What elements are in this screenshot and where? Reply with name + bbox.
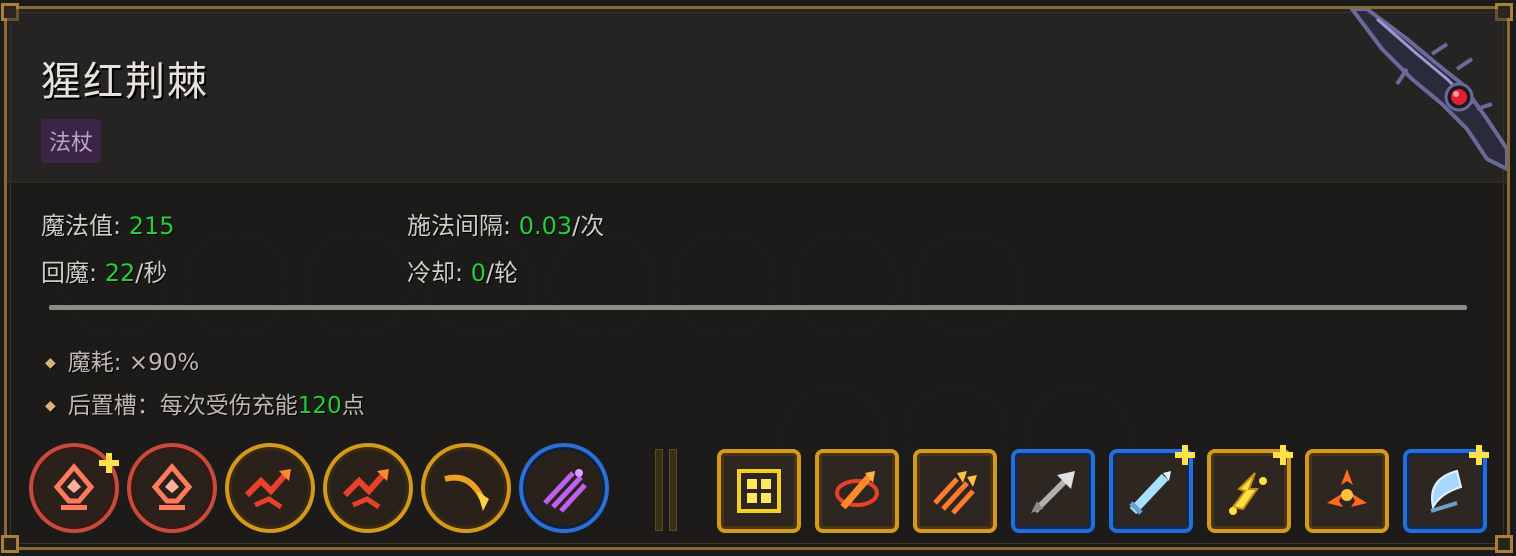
split-arrows-icon (342, 469, 389, 510)
steel-arrow-icon (1031, 471, 1075, 514)
always-cast-slot[interactable] (421, 443, 511, 533)
always-cast-slot[interactable] (519, 443, 609, 533)
purple-triple-slash-icon (543, 469, 587, 513)
spell-slot[interactable] (1207, 445, 1293, 533)
always-cast-slot[interactable] (127, 443, 217, 533)
triple-fire-arrow-icon (933, 471, 977, 515)
golden-cross-rune-icon (737, 469, 781, 513)
spell-slot[interactable] (1305, 449, 1389, 533)
red-arrow-sigil-icon (53, 463, 95, 510)
ice-crescent-icon (1430, 469, 1463, 513)
stat-cast-interval: 施法间隔: 0.03/次 (407, 212, 605, 240)
stat-cooldown: 冷却: 0/轮 (407, 259, 519, 287)
enhanced-plus-icon (1273, 445, 1293, 465)
wand-type-badge: 法杖 (41, 119, 102, 163)
always-cast-slot[interactable] (29, 443, 119, 533)
spell-slot[interactable] (1109, 445, 1195, 533)
stat-mana-regen: 回魔: 22/秒 (41, 259, 168, 287)
effect-rear-slot: ◆ 后置槽：每次受伤充能120点 (45, 393, 365, 419)
tooltip-header (7, 9, 1507, 183)
ice-sword-icon (1129, 471, 1171, 515)
wand-tooltip: 猩红荆棘 法杖 魔法值: 215 回魔: 22/秒 施法间隔: 0.03/次 冷… (1, 3, 1513, 553)
bullet-icon: ◆ (45, 398, 56, 414)
curved-flame-icon (444, 474, 489, 511)
enhanced-plus-icon (1469, 445, 1489, 465)
wand-name: 猩红荆棘 (41, 59, 209, 105)
always-cast-slot[interactable] (323, 443, 413, 533)
spell-slot[interactable] (717, 449, 801, 533)
spell-slot[interactable] (1011, 449, 1095, 533)
wand-art-icon (1349, 9, 1507, 172)
spell-slot[interactable] (913, 449, 997, 533)
split-arrows-icon (244, 469, 291, 510)
frame-corner (1495, 535, 1513, 553)
bullet-icon: ◆ (45, 355, 56, 371)
stat-mana: 魔法值: 215 (41, 212, 175, 240)
fire-orbit-icon (835, 471, 879, 510)
frame-corner (1, 535, 19, 553)
lightning-chain-icon (1229, 472, 1267, 515)
red-arrow-sigil-icon (151, 463, 193, 510)
spell-slot[interactable] (815, 449, 899, 533)
enhanced-plus-icon (99, 453, 119, 473)
spell-slot[interactable] (1403, 445, 1489, 533)
divider (49, 305, 1467, 310)
always-cast-slot[interactable] (225, 443, 315, 533)
enhanced-plus-icon (1175, 445, 1195, 465)
slot-separator (655, 449, 681, 531)
fire-burst-icon (1327, 469, 1367, 507)
effect-mana-cost: ◆ 魔耗: ×90% (45, 350, 200, 376)
